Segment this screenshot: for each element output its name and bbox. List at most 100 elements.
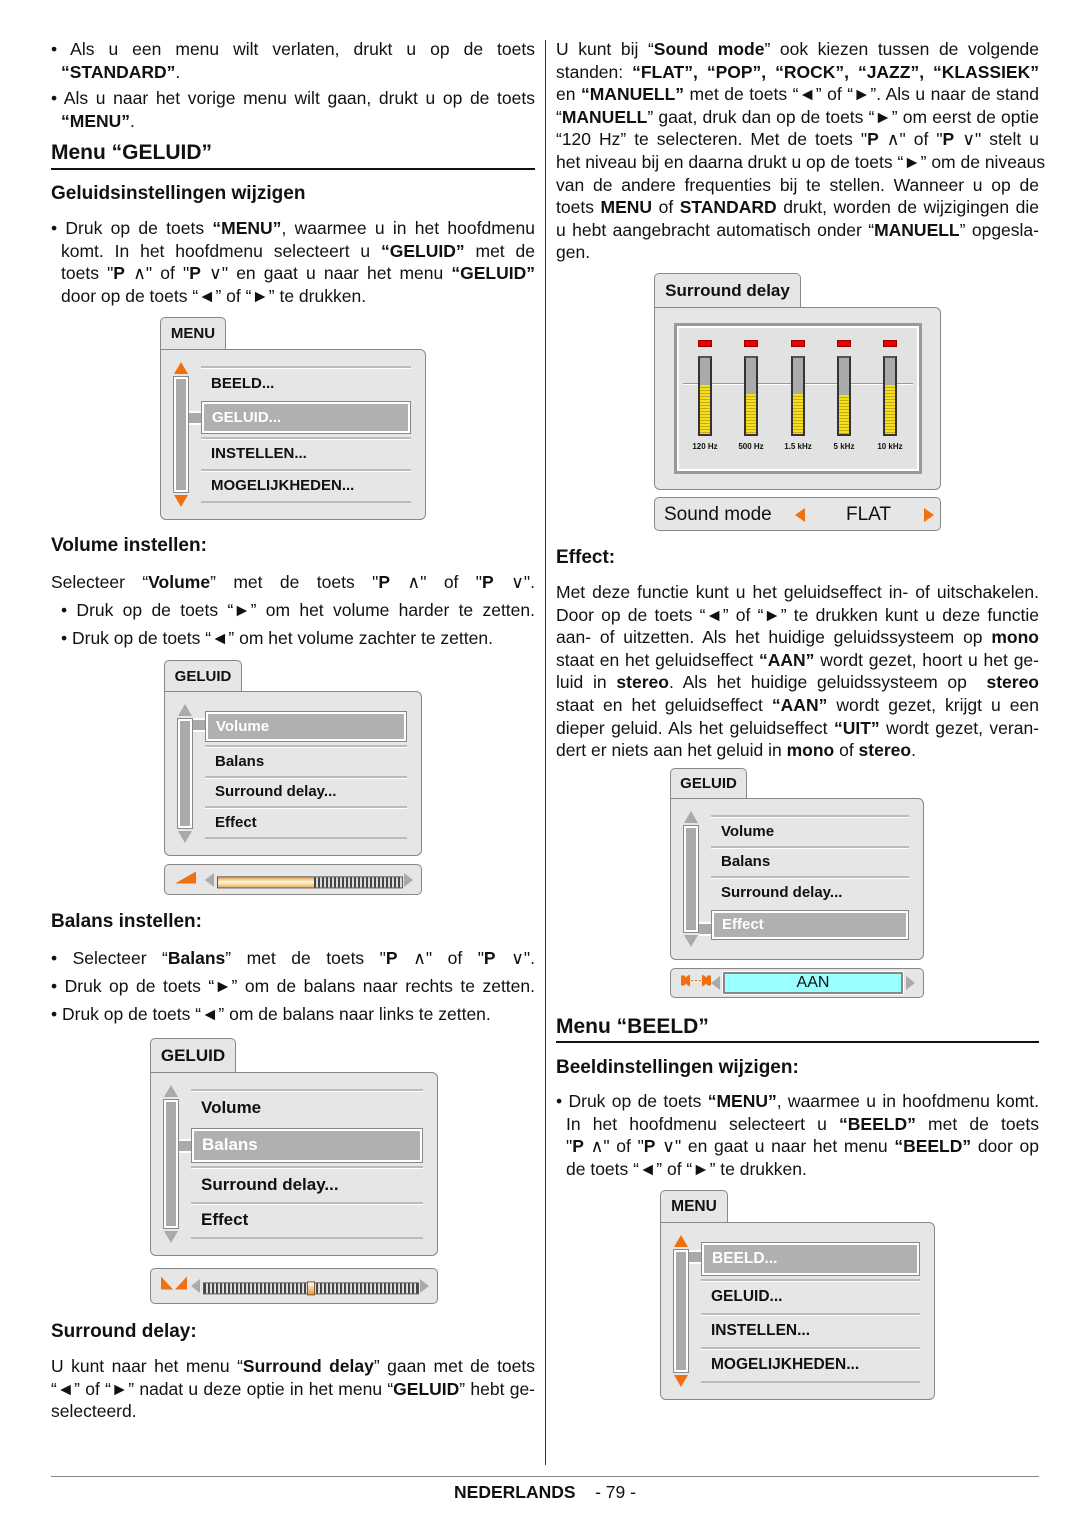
volume-heading: Volume instellen: xyxy=(51,535,207,556)
menu-item[interactable]: INSTELLEN... xyxy=(701,1313,920,1347)
menu-tab-title: MENU xyxy=(160,317,226,349)
scroll-up-arrow-icon[interactable] xyxy=(674,1235,688,1247)
effect-bar[interactable]: AAN xyxy=(670,968,924,998)
menu-item[interactable]: MOGELIJKHEDEN... xyxy=(701,1347,920,1383)
menu-beeld-heading: Menu “BEELD” xyxy=(556,1015,709,1038)
band-slider[interactable] xyxy=(744,356,758,436)
left-arrow-icon[interactable] xyxy=(205,872,214,887)
left-arrow-icon[interactable] xyxy=(711,976,720,990)
menu-item[interactable]: BEELD... xyxy=(201,366,411,398)
band-label: 120 Hz xyxy=(692,442,718,451)
menu-item[interactable]: Balans xyxy=(205,744,407,776)
scroll-down-arrow-icon[interactable] xyxy=(178,831,192,843)
band-slider[interactable] xyxy=(837,356,851,436)
text: ∨" stelt u xyxy=(954,129,1039,150)
menu-item[interactable]: Volume xyxy=(191,1089,423,1125)
footer: NEDERLANDS - 79 - xyxy=(0,1482,1080,1503)
menu-item[interactable]: Effect xyxy=(711,909,909,940)
menu-item[interactable]: Surround delay... xyxy=(711,876,909,907)
scroll-up-arrow-icon[interactable] xyxy=(684,811,698,823)
bold-text: “FLAT”, “POP”, “ROCK”, “JAZZ”, “KLASSIEK… xyxy=(632,61,1039,82)
balance-bar[interactable] xyxy=(150,1268,438,1304)
sound-mode-selector[interactable]: Sound mode FLAT xyxy=(654,497,941,531)
bold-text: stereo xyxy=(616,672,669,693)
left-arrow-icon[interactable] xyxy=(795,508,805,522)
menu-item[interactable]: Volume xyxy=(711,815,909,846)
surround-paragraph: U kunt naar het menu “Surround delay” ga… xyxy=(51,1355,535,1423)
scroll-up-arrow-icon[interactable] xyxy=(174,362,188,374)
menu-item[interactable]: Balans xyxy=(711,845,909,877)
balance-slider[interactable] xyxy=(203,1281,419,1296)
text: dert er niets aan het geluid in xyxy=(556,740,787,761)
menu-item[interactable]: GELUID... xyxy=(701,1279,920,1313)
menu-item[interactable]: GELUID... xyxy=(201,401,411,434)
scroll-track[interactable] xyxy=(683,825,699,933)
text: of xyxy=(834,740,859,761)
text-line: “◄” of “►” nadat u deze optie in het men… xyxy=(51,1378,535,1401)
text: • Druk op de toets “◄” om het volume zac… xyxy=(61,628,493,648)
text-line: U kunt naar het menu “Surround delay” ga… xyxy=(51,1355,535,1378)
text: standen: xyxy=(556,61,633,82)
scrollbar[interactable] xyxy=(173,362,189,507)
menu-item[interactable]: Surround delay... xyxy=(205,775,407,807)
text-line: “120 Hz” te selecteren. Met de toets "P … xyxy=(556,128,1039,151)
volume-paragraph: Selecteer “Volume” met de toets "P ∧" of… xyxy=(51,568,535,652)
text-line: Door op de toets “◄” of “►” te drukken k… xyxy=(556,604,1039,627)
bold-text: MANUELL xyxy=(874,219,960,240)
scroll-down-arrow-icon[interactable] xyxy=(174,495,188,507)
text: Met deze functie kunt u het geluidseffec… xyxy=(556,582,1039,602)
heading-rule xyxy=(556,1041,1039,1043)
band-slider[interactable] xyxy=(883,356,897,436)
bold-text: “BEELD” xyxy=(839,1113,916,1134)
scroll-down-arrow-icon[interactable] xyxy=(684,935,698,947)
text-line: luid in stereo. Als het huidige geluidss… xyxy=(556,671,1039,694)
beeld-subheading: Beeldinstellingen wijzigen: xyxy=(556,1057,799,1078)
balance-knob[interactable] xyxy=(307,1281,315,1296)
scroll-down-arrow-icon[interactable] xyxy=(164,1231,178,1243)
band-slider[interactable] xyxy=(698,356,712,436)
band-slider[interactable] xyxy=(791,356,805,436)
left-arrow-icon[interactable] xyxy=(191,1279,200,1293)
bold-text: P xyxy=(942,129,955,150)
text-line: “MANUELL” gaat, druk dan op de toets “►”… xyxy=(556,106,1039,129)
right-arrow-icon[interactable] xyxy=(906,976,915,990)
menu-item[interactable]: MOGELIJKHEDEN... xyxy=(201,468,411,503)
scroll-up-arrow-icon[interactable] xyxy=(164,1085,178,1097)
scroll-track[interactable] xyxy=(177,718,193,829)
right-arrow-icon[interactable] xyxy=(404,872,413,887)
text: het niveau bij en daarna drukt u op de t… xyxy=(556,151,1046,172)
right-arrow-icon[interactable] xyxy=(420,1279,429,1293)
band-level xyxy=(839,395,849,434)
text-line: • Druk op de toets “MENU”, waarmee u in … xyxy=(51,217,535,240)
menu-item[interactable]: Surround delay... xyxy=(191,1166,423,1202)
scrollbar[interactable] xyxy=(683,811,699,947)
scrollbar[interactable] xyxy=(163,1085,179,1243)
bold-text: “MENU” xyxy=(707,1091,777,1111)
scroll-down-arrow-icon[interactable] xyxy=(674,1375,688,1387)
menu-item[interactable]: Effect xyxy=(191,1201,423,1239)
scrollbar[interactable] xyxy=(177,704,193,843)
menu-item[interactable]: BEELD... xyxy=(701,1242,920,1276)
footer-rule xyxy=(51,1476,1039,1477)
menu-item[interactable]: INSTELLEN... xyxy=(201,436,411,469)
scroll-track[interactable] xyxy=(163,1099,179,1229)
text: ∧" of " xyxy=(124,263,190,284)
scroll-up-arrow-icon[interactable] xyxy=(178,704,192,716)
bold-text: stereo xyxy=(858,740,912,761)
volume-bar[interactable] xyxy=(164,864,422,895)
text-line: Selecteer “Volume” met de toets "P ∧" of… xyxy=(51,568,535,596)
text-line: “MENU”. xyxy=(51,110,535,133)
text: “120 Hz” te selecteren. Met de toets " xyxy=(556,129,868,150)
right-arrow-icon[interactable] xyxy=(924,508,934,522)
menu-tab-title: MENU xyxy=(660,1190,728,1222)
menu-item[interactable]: Balans xyxy=(191,1127,423,1163)
scroll-track[interactable] xyxy=(673,1249,689,1373)
scrollbar[interactable] xyxy=(673,1235,689,1387)
scroll-track[interactable] xyxy=(173,376,189,493)
menu-item[interactable]: Effect xyxy=(205,806,407,839)
menu-item[interactable]: Volume xyxy=(205,711,407,742)
volume-slider[interactable] xyxy=(217,875,403,888)
bold-text: “GELUID” xyxy=(381,240,465,261)
text-line: "P ∧" of "P ∨" en gaat u naar het menu “… xyxy=(556,1135,1039,1158)
text: komt. In het hoofdmenu selecteert u xyxy=(61,240,382,261)
